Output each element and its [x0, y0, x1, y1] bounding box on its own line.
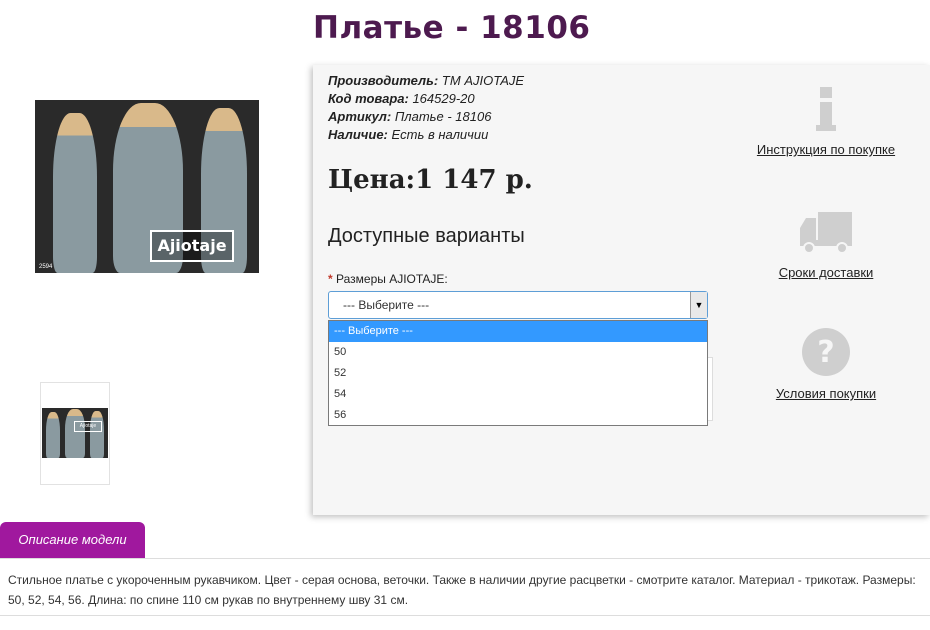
- product-image[interactable]: Ajiotaje 2594: [35, 100, 259, 273]
- thumbnail-logo: Ajiotaje: [74, 421, 102, 432]
- brand-logo: Ajiotaje: [150, 230, 234, 262]
- model-figure-left: [53, 113, 97, 273]
- size-option[interactable]: 50: [329, 342, 707, 363]
- image-code: 2594: [39, 264, 53, 270]
- required-mark: *: [328, 272, 333, 286]
- product-panel: Производитель: ТМ AJIOTAJE Код товара: 1…: [313, 65, 930, 515]
- question-icon: ?: [802, 328, 850, 376]
- svg-text:?: ?: [817, 335, 834, 370]
- info-product-code: Код товара: 164529-20: [328, 91, 475, 106]
- product-price: Цена:1 147 р.: [328, 165, 533, 195]
- conditions-block: ? Условия покупки: [746, 327, 906, 401]
- variants-heading: Доступные варианты: [328, 225, 525, 247]
- product-description: Стильное платье с укороченным рукавчиком…: [0, 558, 930, 616]
- instructions-block: Инструкция по покупке: [746, 87, 906, 157]
- thumbnail-image: [42, 408, 108, 458]
- size-select[interactable]: --- Выберите --- ▼: [328, 291, 708, 319]
- size-label: * Размеры AJIOTAJE:: [328, 272, 448, 286]
- product-thumbnail[interactable]: Ajiotaje: [40, 382, 110, 485]
- size-option[interactable]: 52: [329, 363, 707, 384]
- size-option[interactable]: --- Выберите ---: [329, 321, 707, 342]
- size-option[interactable]: 54: [329, 384, 707, 405]
- info-manufacturer: Производитель: ТМ AJIOTAJE: [328, 73, 525, 88]
- dropdown-arrow-icon[interactable]: ▼: [690, 292, 707, 318]
- page-title: Платье - 18106: [313, 10, 591, 46]
- delivery-block: Сроки доставки: [746, 210, 906, 280]
- instructions-link[interactable]: Инструкция по покупке: [746, 142, 906, 157]
- truck-icon: [800, 212, 852, 254]
- info-icon: [816, 87, 836, 131]
- info-article: Артикул: Платье - 18106: [328, 109, 492, 124]
- product-info: Производитель: ТМ AJIOTAJE Код товара: 1…: [328, 72, 524, 144]
- size-options-list: --- Выберите --- 50 52 54 56: [328, 320, 708, 426]
- delivery-link[interactable]: Сроки доставки: [746, 265, 906, 280]
- info-availability: Наличие: Есть в наличии: [328, 127, 489, 142]
- size-option[interactable]: 56: [329, 405, 707, 426]
- tab-description[interactable]: Описание модели: [0, 522, 145, 558]
- conditions-link[interactable]: Условия покупки: [746, 386, 906, 401]
